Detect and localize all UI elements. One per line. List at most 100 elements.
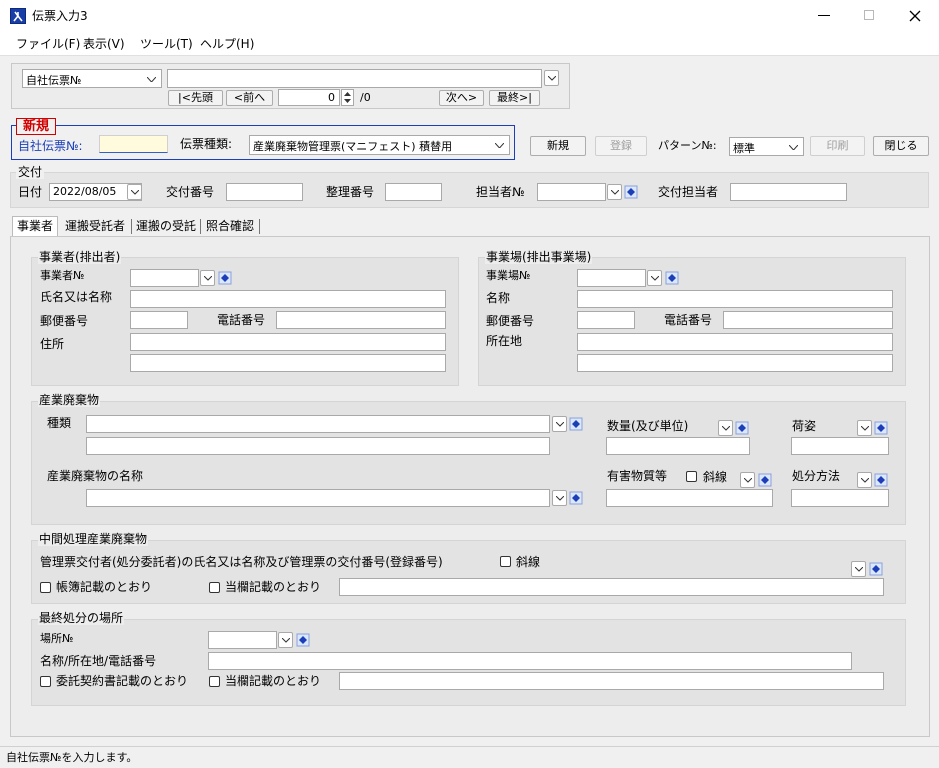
tab-operator[interactable]: 事業者 — [12, 216, 58, 237]
minimize-icon[interactable] — [818, 15, 830, 16]
hazard-strike-checkbox[interactable] — [686, 471, 697, 482]
site-addr2-input[interactable] — [577, 354, 893, 372]
operator-zip-label: 郵便番号 — [40, 314, 89, 328]
waste-qty-dropdown-button[interactable] — [718, 420, 733, 436]
contract-checkbox[interactable] — [40, 676, 51, 687]
intermediate-desc: 管理票交付者(処分委託者)の氏名又は名称及び管理票の交付番号(登録番号) — [40, 555, 443, 569]
issuer-input[interactable] — [730, 183, 847, 201]
waste-pack-dropdown-button[interactable] — [857, 420, 872, 436]
waste-kind-dropdown-button[interactable] — [552, 416, 567, 432]
menu-bar: ファイル(F) 表示(V) ツール(T) ヘルプ(H) — [0, 32, 939, 56]
waste-kind-input[interactable] — [86, 415, 550, 433]
disposal-lookup-icon[interactable] — [874, 473, 888, 487]
place-dropdown-button[interactable] — [278, 632, 293, 648]
menu-file[interactable]: ファイル(F) — [16, 37, 80, 51]
operator-addr2-input[interactable] — [130, 354, 446, 372]
tab-transport[interactable]: 運搬の受託 — [136, 219, 196, 233]
waste-name-lookup-icon[interactable] — [569, 491, 583, 505]
site-name-input[interactable] — [577, 290, 893, 308]
new-button[interactable]: 新規 — [530, 136, 586, 156]
first-button[interactable]: |<先頭 — [168, 90, 223, 106]
tab-verify[interactable]: 照合確認 — [206, 219, 254, 233]
page-input[interactable]: 0 — [278, 89, 340, 106]
staff-no-input[interactable] — [537, 183, 606, 201]
ledger-checkbox[interactable] — [40, 582, 51, 593]
slip-no-input[interactable] — [99, 135, 168, 153]
staff-lookup-icon[interactable] — [624, 185, 638, 199]
site-addr1-input[interactable] — [577, 333, 893, 351]
last-button[interactable]: 最終>| — [489, 90, 540, 106]
status-text: 自社伝票№を入力します。 — [6, 751, 138, 764]
close-button[interactable]: 閉じる — [873, 136, 929, 156]
waste-kind2-input[interactable] — [86, 437, 550, 455]
operator-dropdown-button[interactable] — [200, 270, 215, 286]
prev-button[interactable]: <前へ — [226, 90, 273, 106]
register-button[interactable]: 登録 — [595, 136, 647, 156]
place-lookup-icon[interactable] — [296, 633, 310, 647]
waste-pack-input[interactable] — [791, 437, 889, 455]
ledger-label: 帳簿記載のとおり — [56, 580, 153, 594]
hazard-input[interactable] — [606, 489, 773, 507]
ref-no-label: 整理番号 — [326, 185, 375, 199]
place-no-input[interactable] — [208, 631, 277, 649]
intermediate-lookup-icon[interactable] — [869, 562, 883, 576]
disposal-input[interactable] — [791, 489, 889, 507]
search-dropdown-button[interactable] — [544, 70, 559, 86]
site-lookup-icon[interactable] — [665, 271, 679, 285]
intermediate-field-label: 当欄記載のとおり — [225, 580, 322, 594]
tab-separator — [200, 219, 201, 234]
intermediate-field-checkbox[interactable] — [209, 582, 220, 593]
hazard-dropdown-button[interactable] — [740, 472, 755, 488]
operator-addr1-input[interactable] — [130, 333, 446, 351]
menu-view[interactable]: 表示(V) — [83, 37, 125, 51]
page-spinner[interactable] — [341, 89, 354, 106]
staff-dropdown-button[interactable] — [607, 184, 622, 200]
waste-kind-label: 種類 — [47, 416, 72, 430]
close-icon[interactable] — [908, 9, 922, 23]
pattern-select[interactable]: 標準 — [729, 137, 804, 156]
waste-name-input[interactable] — [86, 489, 550, 507]
date-picker[interactable]: 2022/08/05 — [49, 183, 142, 201]
waste-pack-lookup-icon[interactable] — [874, 421, 888, 435]
site-legend: 事業場(排出事業場) — [485, 250, 593, 264]
waste-qty-label: 数量(及び単位) — [607, 419, 689, 433]
search-type-select[interactable]: 自社伝票№ — [22, 69, 162, 88]
search-input[interactable] — [167, 69, 542, 88]
site-dropdown-button[interactable] — [647, 270, 662, 286]
waste-qty-input[interactable] — [606, 437, 750, 455]
final-input[interactable] — [339, 672, 884, 690]
ref-no-input[interactable] — [385, 183, 442, 201]
menu-help[interactable]: ヘルプ(H) — [200, 37, 254, 51]
site-no-input[interactable] — [577, 269, 646, 287]
slip-no-label: 自社伝票№: — [18, 139, 83, 153]
operator-tel-input[interactable] — [276, 311, 446, 329]
intermediate-dropdown-button[interactable] — [851, 561, 866, 577]
final-field-checkbox[interactable] — [209, 676, 220, 687]
final-name-input[interactable] — [208, 652, 852, 670]
operator-lookup-icon[interactable] — [218, 271, 232, 285]
slip-kind-select[interactable]: 産業廃棄物管理票(マニフェスト) 積替用 — [249, 135, 510, 155]
site-zip-input[interactable] — [577, 311, 635, 329]
waste-qty-lookup-icon[interactable] — [735, 421, 749, 435]
issue-no-input[interactable] — [226, 183, 303, 201]
waste-legend: 産業廃棄物 — [38, 393, 101, 407]
hazard-lookup-icon[interactable] — [758, 473, 772, 487]
operator-name-input[interactable] — [130, 290, 446, 308]
operator-zip-input[interactable] — [130, 311, 188, 329]
operator-no-input[interactable] — [130, 269, 199, 287]
disposal-label: 処分方法 — [792, 469, 841, 483]
tab-carrier[interactable]: 運搬受託者 — [65, 219, 125, 233]
calendar-dropdown-icon[interactable] — [127, 184, 142, 200]
intermediate-strike-checkbox[interactable] — [500, 556, 511, 567]
pattern-label: パターン№: — [658, 139, 717, 152]
waste-name-dropdown-button[interactable] — [552, 490, 567, 506]
site-tel-input[interactable] — [723, 311, 893, 329]
next-button[interactable]: 次へ> — [439, 90, 484, 106]
issue-no-label: 交付番号 — [166, 185, 215, 199]
intermediate-input[interactable] — [339, 578, 884, 596]
intermediate-strike-label: 斜線 — [516, 555, 541, 569]
menu-tools[interactable]: ツール(T) — [140, 37, 193, 51]
print-button[interactable]: 印刷 — [810, 136, 865, 156]
disposal-dropdown-button[interactable] — [857, 472, 872, 488]
waste-kind-lookup-icon[interactable] — [569, 417, 583, 431]
